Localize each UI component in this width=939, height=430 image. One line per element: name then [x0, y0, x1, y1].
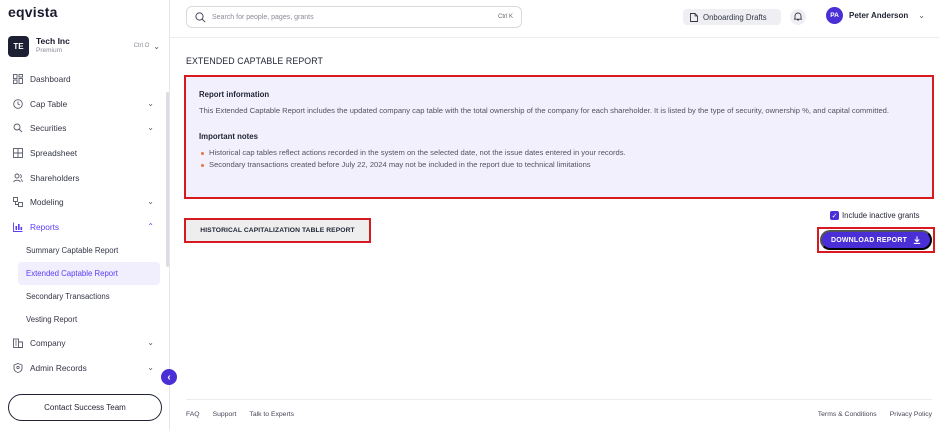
note-item: Secondary transactions created before Ju… [199, 159, 920, 171]
users-icon [12, 172, 23, 183]
modeling-icon [12, 197, 23, 208]
sidebar-item-label: Company [30, 338, 66, 349]
sidebar-item-cap-table[interactable]: Cap Table ⌄ [0, 92, 170, 117]
download-report-button[interactable]: DOWNLOAD REPORT [820, 230, 932, 250]
clock-icon [12, 98, 23, 109]
chart-icon [12, 221, 23, 232]
bell-icon [793, 8, 803, 26]
shield-icon [12, 363, 23, 374]
sidebar-item-label: Dashboard [30, 74, 71, 85]
contact-success-team-button[interactable]: Contact Success Team [8, 394, 162, 421]
bullet-icon [201, 163, 204, 167]
sidebar-subitem-extended-captable[interactable]: Extended Captable Report [18, 262, 160, 286]
checkmark-icon[interactable]: ✓ [830, 211, 839, 220]
collapse-sidebar-button[interactable]: ‹ [161, 369, 177, 385]
download-icon [913, 236, 921, 244]
important-notes-heading: Important notes [199, 132, 258, 141]
sidebar-scrollbar[interactable] [166, 92, 169, 267]
onboarding-drafts-button[interactable]: Onboarding Drafts [683, 9, 781, 25]
dashboard-icon [12, 74, 23, 85]
footer-link-terms[interactable]: Terms & Conditions [818, 411, 877, 418]
sidebar: eqvista TE Tech Inc Premium Ctrl O ⌄ Das… [0, 0, 170, 430]
download-report-highlight: DOWNLOAD REPORT [817, 227, 935, 253]
company-shortcut: Ctrl O [133, 43, 150, 49]
sidebar-subitem-summary-captable[interactable]: Summary Captable Report [18, 239, 160, 262]
sidebar-item-admin-records[interactable]: Admin Records ⌄ [0, 356, 170, 381]
avatar: PA [826, 7, 843, 24]
chevron-down-icon: ⌄ [918, 11, 925, 20]
sidebar-item-label: Cap Table [30, 98, 68, 109]
grid-icon [12, 148, 23, 159]
notifications-button[interactable] [790, 9, 806, 25]
chevron-down-icon: ⌄ [153, 41, 160, 51]
sidebar-item-securities[interactable]: Securities ⌄ [0, 116, 170, 141]
app-logo[interactable]: eqvista [8, 4, 58, 20]
footer-left-links: FAQ Support Talk to Experts [186, 411, 294, 418]
page-title: EXTENDED CAPTABLE REPORT [186, 56, 323, 66]
document-icon [690, 12, 698, 22]
sidebar-item-shareholders[interactable]: Shareholders [0, 165, 170, 190]
onboarding-drafts-label: Onboarding Drafts [703, 12, 767, 22]
sidebar-item-company[interactable]: Company ⌄ [0, 331, 170, 356]
sidebar-item-label: Spreadsheet [30, 148, 78, 159]
report-info-text: This Extended Captable Report includes t… [199, 106, 890, 115]
sidebar-nav: Dashboard Cap Table ⌄ Securities ⌄ Sprea… [0, 67, 170, 380]
search-icon [12, 123, 23, 134]
report-info-heading: Report information [199, 90, 270, 99]
footer: FAQ Support Talk to Experts Terms & Cond… [186, 399, 932, 430]
note-text: Historical cap tables reflect actions re… [209, 148, 626, 157]
sidebar-item-label: Reports [30, 221, 60, 232]
search-shortcut: Ctrl K [498, 14, 513, 20]
sidebar-item-label: Admin Records [30, 363, 87, 374]
footer-right-links: Terms & Conditions Privacy Policy [818, 411, 932, 418]
top-header: Search for people, pages, grants Ctrl K … [170, 0, 939, 38]
note-item: Historical cap tables reflect actions re… [199, 147, 920, 159]
historical-capitalization-table-report-button[interactable]: HISTORICAL CAPITALIZATION TABLE REPORT [184, 218, 371, 243]
footer-link-privacy[interactable]: Privacy Policy [890, 411, 932, 418]
chevron-down-icon: ⌄ [147, 123, 154, 133]
company-name: Tech Inc [36, 36, 70, 46]
sidebar-item-spreadsheet[interactable]: Spreadsheet [0, 141, 170, 166]
search-input[interactable]: Search for people, pages, grants Ctrl K [186, 6, 522, 28]
report-info-panel: Report information This Extended Captabl… [184, 75, 934, 199]
download-report-label: DOWNLOAD REPORT [830, 236, 908, 244]
sidebar-subitem-secondary-transactions[interactable]: Secondary Transactions [18, 285, 160, 308]
footer-link-faq[interactable]: FAQ [186, 411, 200, 418]
chevron-down-icon: ⌄ [147, 338, 154, 348]
include-inactive-grants-checkbox[interactable]: ✓ Include inactive grants [830, 211, 920, 220]
bullet-icon [201, 151, 204, 155]
company-avatar: TE [8, 35, 29, 57]
include-inactive-label: Include inactive grants [842, 211, 920, 220]
sidebar-subitem-vesting-report[interactable]: Vesting Report [18, 308, 160, 331]
footer-link-talk-to-experts[interactable]: Talk to Experts [249, 411, 294, 418]
user-name: Peter Anderson [849, 11, 909, 20]
chevron-down-icon: ⌄ [147, 98, 154, 108]
chevron-down-icon: ⌄ [147, 362, 154, 372]
chevron-down-icon: ⌄ [147, 196, 154, 206]
sidebar-item-label: Modeling [30, 197, 64, 208]
user-menu[interactable]: PA Peter Anderson ⌄ [826, 7, 925, 24]
sidebar-item-dashboard[interactable]: Dashboard [0, 67, 170, 92]
sidebar-item-reports[interactable]: Reports ⌃ [0, 215, 170, 240]
company-switcher[interactable]: TE Tech Inc Premium Ctrl O ⌄ [8, 34, 164, 58]
search-icon [195, 11, 206, 23]
sidebar-item-label: Shareholders [30, 172, 80, 183]
footer-link-support[interactable]: Support [213, 411, 237, 418]
sidebar-item-label: Securities [30, 123, 67, 134]
sidebar-item-modeling[interactable]: Modeling ⌄ [0, 190, 170, 215]
chevron-up-icon: ⌃ [147, 221, 154, 231]
chevron-left-icon: ‹ [167, 371, 171, 383]
company-plan: Premium [36, 47, 63, 54]
company-icon [12, 338, 23, 349]
search-placeholder: Search for people, pages, grants [212, 13, 314, 21]
note-text: Secondary transactions created before Ju… [209, 160, 591, 169]
